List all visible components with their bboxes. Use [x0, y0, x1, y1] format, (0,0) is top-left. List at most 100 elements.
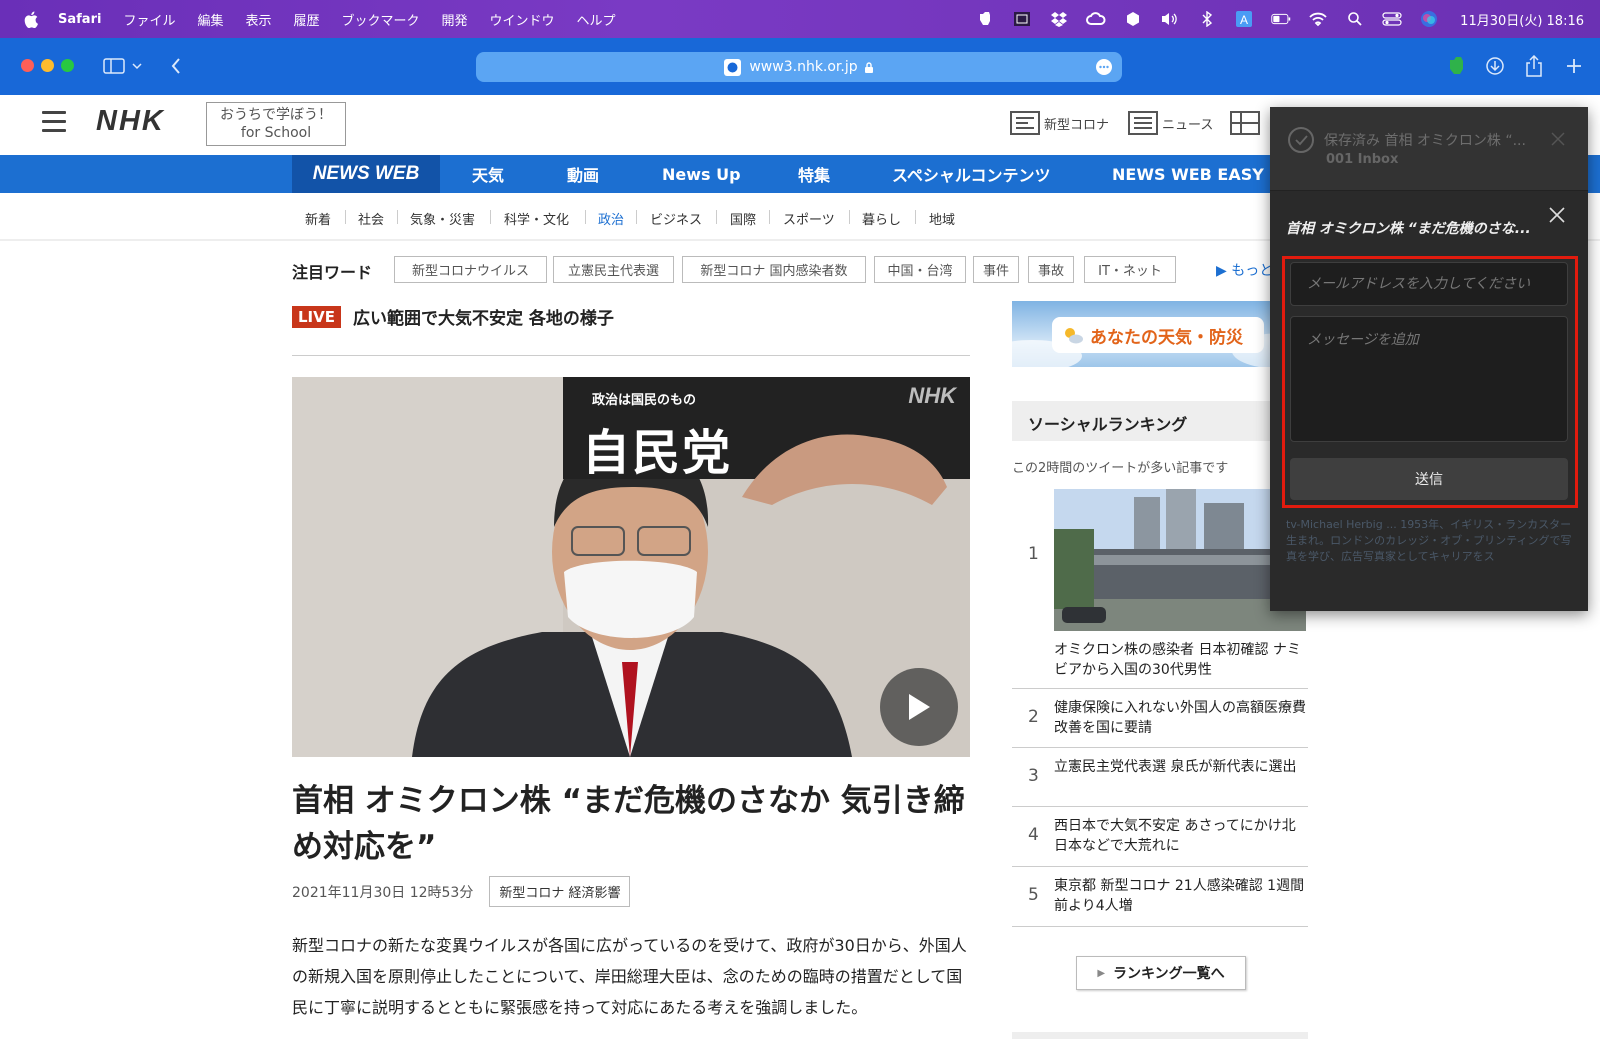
weather-label: あなたの天気・防災 [1090, 327, 1243, 348]
play-button[interactable] [880, 668, 958, 746]
ranking-number: 2 [1028, 707, 1039, 727]
menu-history[interactable]: 履歴 [293, 10, 319, 29]
ranking-text: 立憲民主党代表選 泉氏が新代表に選出 [1054, 759, 1297, 775]
menu-bookmarks[interactable]: ブックマーク [342, 10, 420, 29]
keyword-tag[interactable]: 新型コロナ 国内感染者数 [682, 256, 866, 283]
message-input[interactable] [1290, 316, 1568, 442]
menu-app-name[interactable]: Safari [58, 12, 101, 27]
menu-view[interactable]: 表示 [245, 10, 271, 29]
article-headline: 首相 オミクロン株 “まだ危機のさなか 気引き締め対応を” [292, 783, 965, 865]
notebook-label[interactable]: 001 Inbox [1326, 152, 1398, 167]
category-international[interactable]: 国際 [730, 209, 756, 228]
keyword-tag[interactable]: 新型コロナウイルス [394, 256, 547, 283]
ranking-item[interactable]: 4 西日本で大気不安定 あさってにかけ北日本などで大荒れに [1012, 807, 1308, 867]
menu-clock[interactable]: 11月30日(火) 18:16 [1460, 10, 1584, 29]
close-icon[interactable] [1550, 131, 1566, 147]
ranking-item[interactable]: 5 東京都 新型コロナ 21人感染確認 1週間前より4人増 [1012, 867, 1308, 927]
nav-special-contents[interactable]: スペシャルコンテンツ [892, 155, 1051, 193]
article-date: 2021年11月30日 12時53分 [292, 884, 474, 901]
control-center-icon[interactable] [1382, 10, 1402, 28]
for-school-line1: おうちで学ぼう！ [220, 107, 332, 123]
ranking-text: 健康保険に入れない外国人の高額医療費 改善を国に要請 [1054, 700, 1306, 736]
close-icon[interactable] [1548, 206, 1566, 224]
new-tab-icon[interactable] [1563, 55, 1585, 77]
volume-icon[interactable] [1160, 10, 1180, 28]
category-society[interactable]: 社会 [358, 209, 384, 228]
live-banner[interactable]: LIVE 広い範囲で大気不安定 各地の様子 [292, 304, 614, 329]
article-video[interactable]: 政治は国民のもの 自民党 NHK [292, 377, 970, 757]
nav-video[interactable]: 動画 [567, 155, 599, 193]
back-icon[interactable] [165, 55, 187, 77]
site-logo[interactable]: NHK [96, 105, 165, 138]
apple-icon[interactable] [22, 10, 40, 28]
creative-cloud-icon[interactable] [1086, 10, 1106, 28]
wifi-icon[interactable] [1308, 10, 1328, 28]
address-bar[interactable]: www3.nhk.or.jp [476, 52, 1122, 82]
battery-icon[interactable] [1271, 10, 1291, 28]
ranking-item[interactable]: 2 健康保険に入れない外国人の高額医療費 改善を国に要請 [1012, 689, 1308, 748]
bluetooth-icon[interactable] [1197, 10, 1217, 28]
header-link-grid[interactable] [1230, 111, 1264, 135]
article-body: 新型コロナの新たな変異ウイルスが各国に広がっているのを受けて、政府が30日から、… [292, 936, 967, 1017]
keyword-tag[interactable]: 事故 [1028, 256, 1074, 283]
menu-help[interactable]: ヘルプ [577, 10, 616, 29]
spotlight-icon[interactable] [1345, 10, 1365, 28]
menu-icon[interactable] [42, 111, 66, 133]
category-living[interactable]: 暮らし [862, 209, 901, 228]
weather-banner[interactable]: あなたの天気・防災 [1012, 301, 1308, 367]
social-ranking-title: ソーシャルランキング [1028, 415, 1188, 434]
nav-features[interactable]: 特集 [798, 155, 830, 193]
siri-icon[interactable] [1419, 10, 1439, 28]
category-latest[interactable]: 新着 [305, 209, 331, 228]
menu-window[interactable]: ウインドウ [490, 10, 555, 29]
send-button[interactable]: 送信 [1290, 458, 1568, 500]
ranking-number: 1 [1028, 544, 1039, 564]
category-business[interactable]: ビジネス [650, 209, 702, 228]
ranking-item[interactable]: 1 オミクロン株の感染者 日本初確認 ナミビアから入国の30代男性 [1012, 489, 1308, 689]
keywords-more-link[interactable]: ▶ もっと [1216, 260, 1273, 280]
app-icon[interactable] [1123, 10, 1143, 28]
saved-notice: 保存済み 首相 オミクロン株 “... 001 Inbox [1270, 107, 1588, 191]
header-link-corona[interactable]: 新型コロナ [1010, 111, 1109, 135]
video-banner-big: 自民党 [582, 425, 733, 481]
nav-news-up[interactable]: News Up [662, 155, 741, 193]
evernote-icon[interactable] [975, 10, 995, 28]
menu-develop[interactable]: 開発 [442, 10, 468, 29]
keyword-tag[interactable]: 立憲民主代表選 [553, 256, 674, 283]
calendar-icon[interactable] [1012, 10, 1032, 28]
category-science-culture[interactable]: 科学・文化 [504, 209, 569, 228]
ranking-item[interactable]: 3 立憲民主党代表選 泉氏が新代表に選出 [1012, 748, 1308, 807]
macos-menu-bar: Safari ファイル 編集 表示 履歴 ブックマーク 開発 ウインドウ ヘルプ… [0, 0, 1600, 38]
share-popup: 保存済み 首相 オミクロン株 “... 001 Inbox 首相 オミクロン株 … [1270, 107, 1588, 611]
dropbox-icon[interactable] [1049, 10, 1069, 28]
category-politics[interactable]: 政治 [598, 209, 624, 228]
nhk-favicon-icon [724, 58, 742, 76]
email-input[interactable] [1290, 262, 1568, 306]
close-window-button[interactable] [21, 59, 34, 72]
article-tag[interactable]: 新型コロナ 経済影響 [489, 876, 631, 907]
nav-news-web-easy[interactable]: NEWS WEB EASY [1112, 155, 1264, 193]
downloads-icon[interactable] [1484, 55, 1506, 77]
nav-weather[interactable]: 天気 [472, 155, 504, 193]
category-region[interactable]: 地域 [929, 209, 955, 228]
zoom-window-button[interactable] [61, 59, 74, 72]
menu-file[interactable]: ファイル [123, 10, 175, 29]
sidebar-toggle-icon[interactable] [103, 55, 125, 77]
header-link-news[interactable]: ニュース [1128, 111, 1213, 135]
ranking-list-button[interactable]: ▶ ランキング一覧へ [1076, 956, 1246, 990]
ranking-list-label: ランキング一覧へ [1113, 966, 1225, 982]
evernote-extension-icon[interactable] [1445, 55, 1467, 77]
nav-newsweb[interactable]: NEWS WEB [292, 155, 440, 193]
minimize-window-button[interactable] [41, 59, 54, 72]
keyword-tag[interactable]: 中国・台湾 [874, 256, 966, 283]
chevron-down-icon[interactable] [130, 55, 144, 77]
category-sports[interactable]: スポーツ [783, 209, 835, 228]
keyword-tag[interactable]: 事件 [973, 256, 1019, 283]
input-source-icon[interactable]: A [1234, 10, 1254, 28]
for-school-link[interactable]: おうちで学ぼう！ for School [206, 102, 346, 146]
keyword-tag[interactable]: IT・ネット [1084, 256, 1176, 283]
category-weather-disaster[interactable]: 気象・災害 [410, 209, 475, 228]
more-options-icon[interactable] [1096, 59, 1112, 75]
share-icon[interactable] [1523, 55, 1545, 77]
menu-edit[interactable]: 編集 [197, 10, 223, 29]
